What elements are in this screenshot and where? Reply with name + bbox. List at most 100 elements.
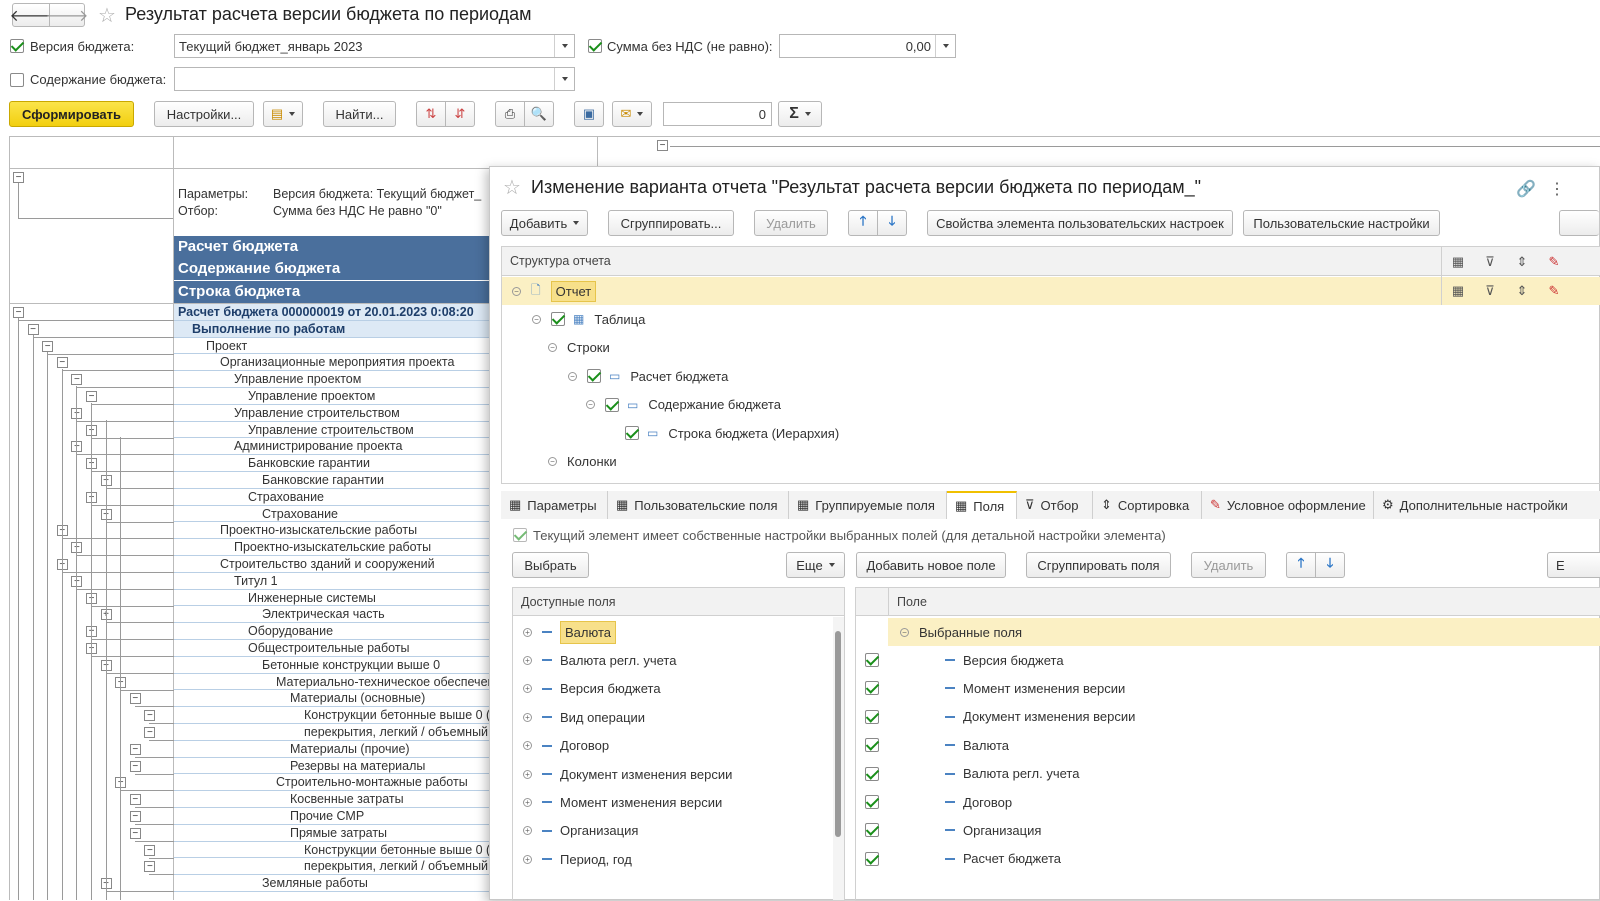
collapse-button[interactable]: − [129, 760, 141, 772]
report-row[interactable]: Страхование [174, 505, 490, 523]
available-fields-panel[interactable]: Доступные поля + Валюта + Валюта регл. учет… [512, 587, 845, 901]
conditional-format-icon[interactable]: ✎ [1542, 250, 1566, 274]
selected-fields-panel[interactable]: Поле − Выбранные поля Версия бюджета Момен… [855, 587, 1600, 901]
field-checkbox[interactable] [865, 653, 879, 667]
field-checkbox[interactable] [865, 738, 879, 753]
available-field-row[interactable]: + Документ изменения версии [513, 760, 844, 788]
field-checkbox[interactable] [865, 795, 879, 809]
report-variant-dialog[interactable]: ☆ Изменение варианта отчета "Результат р… [489, 166, 1600, 901]
expand-icon[interactable]: + [523, 854, 532, 864]
sort-icon[interactable]: ⇕ [1510, 250, 1534, 274]
field-checkbox[interactable] [865, 709, 879, 724]
report-row[interactable]: Общестроительные работы [174, 640, 490, 657]
mail-button[interactable]: ✉ [612, 101, 652, 127]
collapse-icon[interactable]: − [512, 286, 521, 296]
link-icon[interactable]: 🔗 [1514, 177, 1538, 201]
sort-desc-button[interactable]: ⇅ [416, 101, 446, 127]
selected-field-row[interactable]: Расчет бюджета [856, 845, 1600, 873]
collapse-button[interactable]: − [56, 357, 68, 369]
selected-root-row[interactable]: − Выбранные поля [888, 618, 1600, 646]
selected-field-row[interactable]: Момент изменения версии [856, 674, 1600, 702]
content-checkbox[interactable] [10, 73, 24, 87]
sum-button[interactable]: Σ [778, 101, 822, 127]
delete-button[interactable]: Удалить [754, 210, 828, 236]
report-row[interactable]: Организационные мероприятия проекта [174, 354, 490, 372]
selected-field-row[interactable]: Договор [856, 788, 1600, 816]
element-properties-button[interactable]: Свойства элемента пользовательских настр… [927, 210, 1233, 236]
collapse-icon[interactable]: − [548, 343, 557, 353]
field-checkbox[interactable] [865, 823, 879, 838]
expand-icon[interactable]: + [523, 769, 532, 779]
report-row[interactable]: Титул 1 [174, 572, 490, 590]
sort-icon[interactable]: ⇕ [1510, 279, 1534, 303]
report-row[interactable]: перекрытия, легкий / объемный [174, 858, 490, 876]
available-field-row[interactable]: + Период, год [513, 845, 844, 873]
preview-button[interactable]: 🔍 [524, 101, 554, 127]
report-row[interactable]: Проектно-изыскательские работы [174, 539, 490, 556]
available-field-row[interactable]: + Момент изменения версии [513, 788, 844, 816]
move-down-button[interactable]: 🡓 [877, 210, 907, 236]
report-row[interactable]: Управление проектом [174, 388, 490, 405]
counter-field[interactable]: 0 [663, 102, 772, 126]
available-field-row[interactable]: + Версия бюджета [513, 675, 844, 703]
structure-row[interactable]: − ▭ Расчет бюджета [502, 362, 1600, 390]
available-field-row[interactable]: + Организация [513, 817, 844, 845]
report-row[interactable]: Банковские гарантии [174, 455, 490, 472]
collapse-icon[interactable]: − [548, 456, 557, 466]
collapse-icon[interactable]: − [532, 314, 541, 324]
more-button[interactable]: Еще [786, 552, 845, 578]
collapse-button[interactable]: − [129, 794, 141, 806]
selected-field-row[interactable]: Валюта регл. учета [856, 760, 1600, 788]
user-settings-button[interactable]: Пользовательские настройки [1243, 210, 1440, 236]
settings-button[interactable]: Настройки... [154, 101, 254, 127]
sum-checkbox[interactable] [588, 39, 602, 53]
report-row[interactable]: Выполнение по работам [174, 320, 490, 338]
report-row[interactable]: Инженерные системы [174, 589, 490, 607]
expand-icon[interactable]: + [523, 797, 532, 807]
add-field-button[interactable]: Добавить новое поле [856, 552, 1006, 578]
structure-row[interactable]: − ▦ Таблица [502, 305, 1600, 333]
extra-button[interactable] [1559, 210, 1599, 236]
tab-additional-settings[interactable]: ⚙ Дополнительные настройки [1374, 491, 1600, 519]
field-checkbox[interactable] [865, 681, 879, 696]
structure-row[interactable]: − Строки [502, 334, 1600, 362]
report-row[interactable]: Прямые затраты [174, 824, 490, 842]
print-button[interactable]: ⎙ [495, 101, 525, 127]
extra-field-button[interactable]: Е [1547, 552, 1600, 578]
report-row[interactable]: Бетонные конструкции выше 0 [174, 656, 490, 674]
group-fields-button[interactable]: Сгруппировать поля [1026, 552, 1171, 578]
find-button[interactable]: Найти... [323, 101, 396, 127]
available-field-row[interactable]: + Вид операции [513, 703, 844, 731]
collapse-button[interactable]: − [144, 844, 156, 856]
calculator-icon[interactable] [935, 35, 955, 57]
collapse-button[interactable]: − [144, 861, 156, 873]
back-button[interactable]: 🡐 [10, 3, 52, 27]
report-row[interactable]: Управление проектом [174, 371, 490, 388]
save-button[interactable]: ▣ [574, 101, 604, 127]
expand-icon[interactable]: + [523, 684, 532, 694]
report-row[interactable]: Проектно-изыскательские работы [174, 522, 490, 540]
sort-asc-button[interactable]: ⇵ [445, 101, 475, 127]
collapse-button[interactable]: − [129, 693, 141, 705]
collapse-button[interactable]: − [144, 727, 156, 738]
forward-button[interactable]: 🡒 [46, 3, 88, 27]
structure-checkbox[interactable] [551, 312, 565, 327]
available-field-row[interactable]: + Договор [513, 732, 844, 760]
collapse-icon[interactable]: − [586, 400, 595, 410]
collapse-button[interactable]: − [129, 743, 141, 755]
report-row[interactable]: Расчет бюджета 000000019 от 20.01.2023 0… [174, 304, 490, 321]
structure-checkbox[interactable] [605, 397, 619, 412]
selected-field-row[interactable]: Валюта [856, 731, 1600, 759]
structure-row[interactable]: − ▭ Содержание бюджета [502, 391, 1600, 419]
tab-sort[interactable]: ⇕ Сортировка [1093, 491, 1202, 519]
selected-fields-icon[interactable]: ▦ [1446, 250, 1470, 274]
report-row[interactable]: Резервы на материалы [174, 757, 490, 775]
structure-row[interactable]: − Колонки [502, 447, 1600, 475]
field-checkbox[interactable] [865, 766, 879, 781]
structure-panel[interactable]: Структура отчета − 🗋 Отчет − ▦ Таблица − Строки… [501, 246, 1600, 484]
tab-user-fields[interactable]: ▦ Пользовательские поля [608, 491, 789, 519]
report-row[interactable]: Проект [174, 337, 490, 355]
collapse-button[interactable]: − [129, 811, 141, 822]
report-row[interactable]: Прочие СМР [174, 808, 490, 825]
tab-fields[interactable]: ▦ Поля [947, 491, 1017, 519]
